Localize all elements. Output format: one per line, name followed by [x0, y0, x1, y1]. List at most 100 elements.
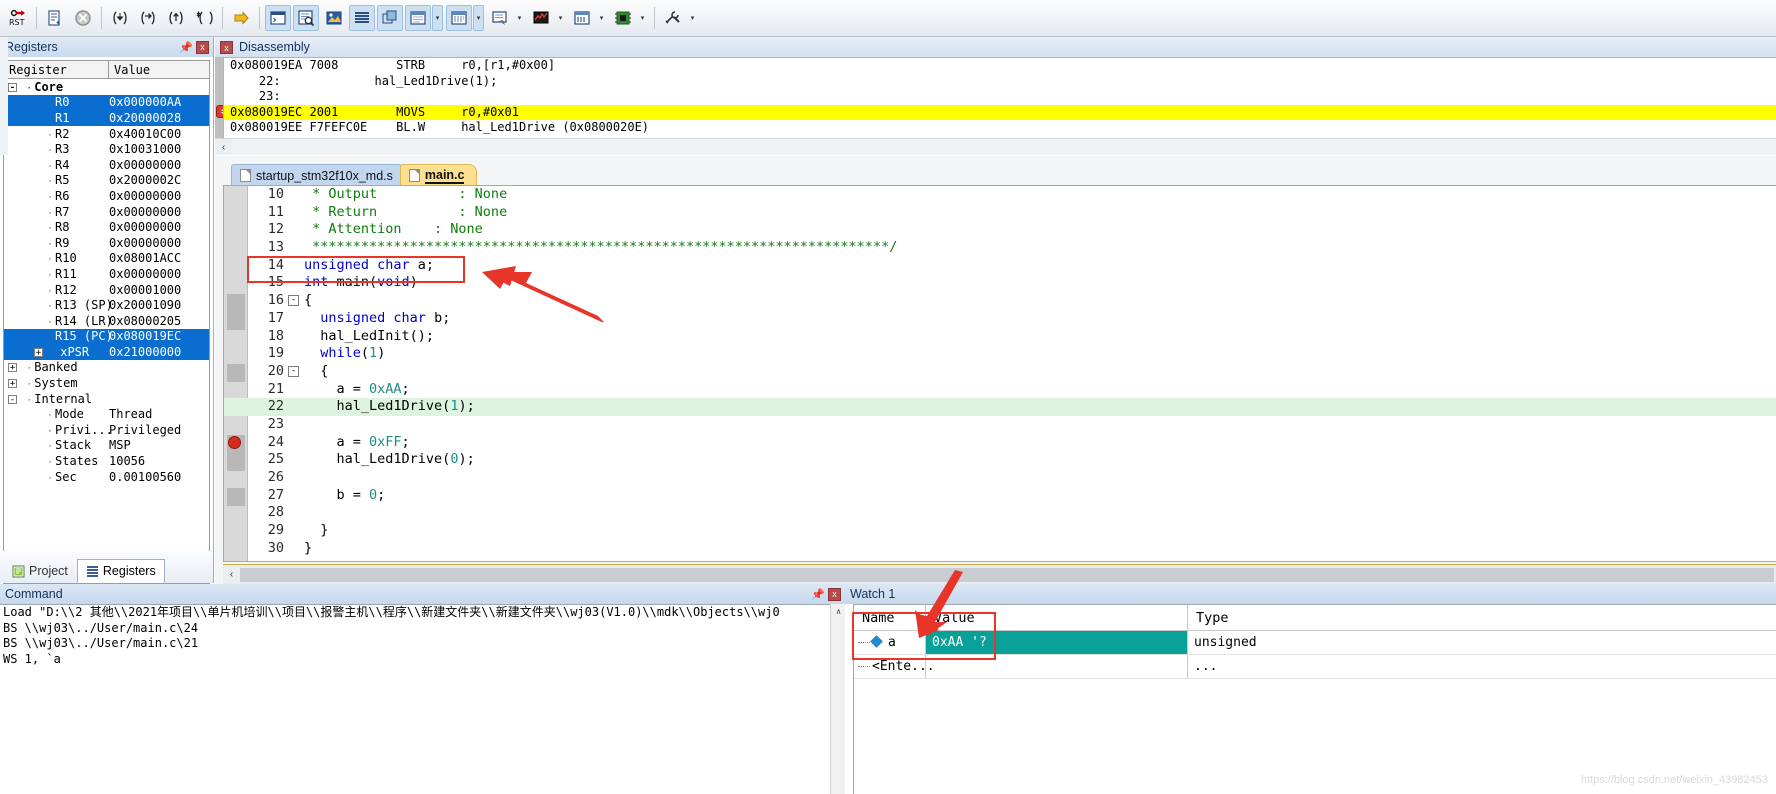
open-trace-button[interactable]	[42, 5, 68, 31]
watch-rows[interactable]: a0xAA '?unsigned ...<Ente...	[854, 631, 1776, 679]
tree-toggle-icon[interactable]: +	[8, 379, 17, 388]
disassembly-line[interactable]: 0x080019EE F7FEFC0E BL.W hal_Led1Drive (…	[224, 120, 1776, 136]
registers-window-button[interactable]	[349, 5, 375, 31]
disassembly-line[interactable]: 0x080019EC 2001 MOVS r0,#0x01	[224, 105, 1776, 121]
tree-toggle-icon[interactable]: -	[8, 395, 17, 404]
memory-windows-dropdown-arrow[interactable]: ▾	[473, 5, 484, 31]
tree-toggle-icon[interactable]: +	[8, 363, 17, 372]
close-icon[interactable]: x	[828, 588, 841, 601]
register-row[interactable]: ·R90x00000000	[4, 235, 209, 251]
code-line[interactable]: 16-{	[224, 292, 1776, 310]
register-row[interactable]: ·R40x00000000	[4, 157, 209, 173]
analysis-windows-dropdown-arrow[interactable]: ▾	[555, 5, 566, 31]
command-output[interactable]: Load "D:\\2 其他\\2021年项目\\单片机培训\\项目\\报警主机…	[0, 604, 845, 794]
code-line[interactable]: 18 hal_LedInit();	[224, 328, 1776, 346]
serial-windows-dropdown-arrow[interactable]: ▾	[514, 5, 525, 31]
code-line[interactable]: 26	[224, 469, 1776, 487]
code-line[interactable]: 29 }	[224, 522, 1776, 540]
code-line[interactable]: 15int main(void)	[224, 274, 1776, 292]
register-row[interactable]: + ·Banked	[4, 360, 209, 376]
watch-value-cell[interactable]: 0xAA '?	[926, 631, 1188, 654]
code-view[interactable]: 10 * Output : None11 * Return : None12 *…	[223, 185, 1776, 562]
command-window-button[interactable]	[265, 5, 291, 31]
command-vertical-scrollbar[interactable]: ∧	[830, 604, 845, 794]
disassembly-line[interactable]: 0x080019EA 7008 STRB r0,[r1,#0x00]	[224, 58, 1776, 74]
system-viewer-dropdown-arrow[interactable]: ▾	[637, 5, 648, 31]
watch-windows-button[interactable]	[405, 5, 431, 31]
register-row[interactable]: ·StackMSP	[4, 438, 209, 454]
watch-table[interactable]: Name Value Type a0xAA '?unsigned ...<Ent…	[853, 604, 1776, 794]
column-header-type[interactable]: Type	[1188, 605, 1260, 630]
register-row[interactable]: ·ModeThread	[4, 406, 209, 422]
register-row[interactable]: ·R20x40010C00	[4, 126, 209, 142]
register-row[interactable]: ·States10056	[4, 453, 209, 469]
code-line[interactable]: 23	[224, 416, 1776, 434]
register-row[interactable]: ·R30x10031000	[4, 141, 209, 157]
code-line[interactable]: 20- {	[224, 363, 1776, 381]
watch-row[interactable]: <Ente...	[854, 655, 1776, 679]
register-row[interactable]: ·R00x000000AA	[4, 95, 209, 111]
watch-row[interactable]: a0xAA '?unsigned ...	[854, 631, 1776, 655]
left-tab-registers[interactable]: Registers	[77, 559, 165, 583]
editor-tab-main-c[interactable]: main.c	[400, 164, 478, 186]
tree-toggle-icon[interactable]: -	[8, 83, 17, 92]
scroll-up-icon[interactable]: ∧	[831, 604, 846, 619]
code-line[interactable]: 27 b = 0;	[224, 487, 1776, 505]
fold-toggle-icon[interactable]: -	[288, 295, 299, 306]
disassembly-line[interactable]: 22: hal_Led1Drive(1);	[224, 74, 1776, 90]
call-stack-window-button[interactable]	[377, 5, 403, 31]
code-line[interactable]: 12 * Attention : None	[224, 221, 1776, 239]
register-row[interactable]: ·R110x00000000	[4, 266, 209, 282]
register-row[interactable]: - ·Internal	[4, 391, 209, 407]
editor-horizontal-scrollbar[interactable]: ‹	[223, 564, 1776, 584]
register-row[interactable]: ·R100x08001ACC	[4, 251, 209, 267]
register-row[interactable]: ·R60x00000000	[4, 188, 209, 204]
code-line[interactable]: 11 * Return : None	[224, 204, 1776, 222]
code-line[interactable]: 13 *************************************…	[224, 239, 1776, 257]
scroll-left-icon[interactable]: ‹	[223, 567, 240, 583]
scroll-left-icon[interactable]: ‹	[215, 139, 232, 155]
register-row[interactable]: ·R15 (PC)0x080019EC	[4, 329, 209, 345]
close-icon[interactable]: x	[220, 41, 233, 54]
register-row[interactable]: ·R50x2000002C	[4, 173, 209, 189]
scrollbar-thumb[interactable]	[240, 568, 1774, 582]
register-row[interactable]: ·R70x00000000	[4, 204, 209, 220]
code-line[interactable]: 25 hal_Led1Drive(0);	[224, 451, 1776, 469]
analysis-windows-button[interactable]	[528, 5, 554, 31]
register-row[interactable]: ·Privi...Privileged	[4, 422, 209, 438]
pin-icon[interactable]: 📌	[811, 588, 825, 601]
watch-name-cell[interactable]: a	[854, 631, 926, 654]
memory-windows-button[interactable]	[446, 5, 472, 31]
column-header-value[interactable]: Value	[926, 605, 1188, 630]
disassembly-line[interactable]: 23:	[224, 89, 1776, 105]
register-row[interactable]: + ·System	[4, 375, 209, 391]
close-icon[interactable]: x	[196, 41, 209, 54]
code-line[interactable]: 28	[224, 504, 1776, 522]
stop-button[interactable]	[70, 5, 96, 31]
run-to-cursor-button[interactable]	[191, 5, 217, 31]
disassembly-horizontal-scrollbar[interactable]: ‹	[215, 138, 1776, 155]
registers-tree[interactable]: - ·Core·R00x000000AA·R10x20000028·R20x40…	[3, 79, 210, 584]
code-line[interactable]: 21 a = 0xAA;	[224, 381, 1776, 399]
tree-toggle-icon[interactable]: +	[34, 348, 43, 357]
trace-windows-button[interactable]	[569, 5, 595, 31]
code-lines[interactable]: 10 * Output : None11 * Return : None12 *…	[224, 186, 1776, 557]
column-header-value[interactable]: Value	[109, 61, 209, 78]
register-row[interactable]: ·R120x00001000	[4, 282, 209, 298]
step-out-button[interactable]	[163, 5, 189, 31]
register-row[interactable]: ·R80x00000000	[4, 219, 209, 235]
fold-toggle-icon[interactable]: -	[288, 366, 299, 377]
column-header-register[interactable]: Register	[4, 61, 109, 78]
code-line[interactable]: 24 a = 0xFF;	[224, 434, 1776, 452]
serial-windows-button[interactable]	[487, 5, 513, 31]
register-row[interactable]: ·R10x20000028	[4, 110, 209, 126]
scrollbar-track[interactable]	[232, 139, 1776, 155]
trace-windows-dropdown-arrow[interactable]: ▾	[596, 5, 607, 31]
tools-button[interactable]	[660, 5, 686, 31]
show-next-statement-button[interactable]	[228, 5, 254, 31]
register-row[interactable]: - ·Core	[4, 79, 209, 95]
code-line[interactable]: 22 hal_Led1Drive(1);	[224, 398, 1776, 416]
register-row[interactable]: ·R14 (LR)0x08000205	[4, 313, 209, 329]
watch-value-cell[interactable]	[926, 655, 1188, 678]
code-line[interactable]: 10 * Output : None	[224, 186, 1776, 204]
